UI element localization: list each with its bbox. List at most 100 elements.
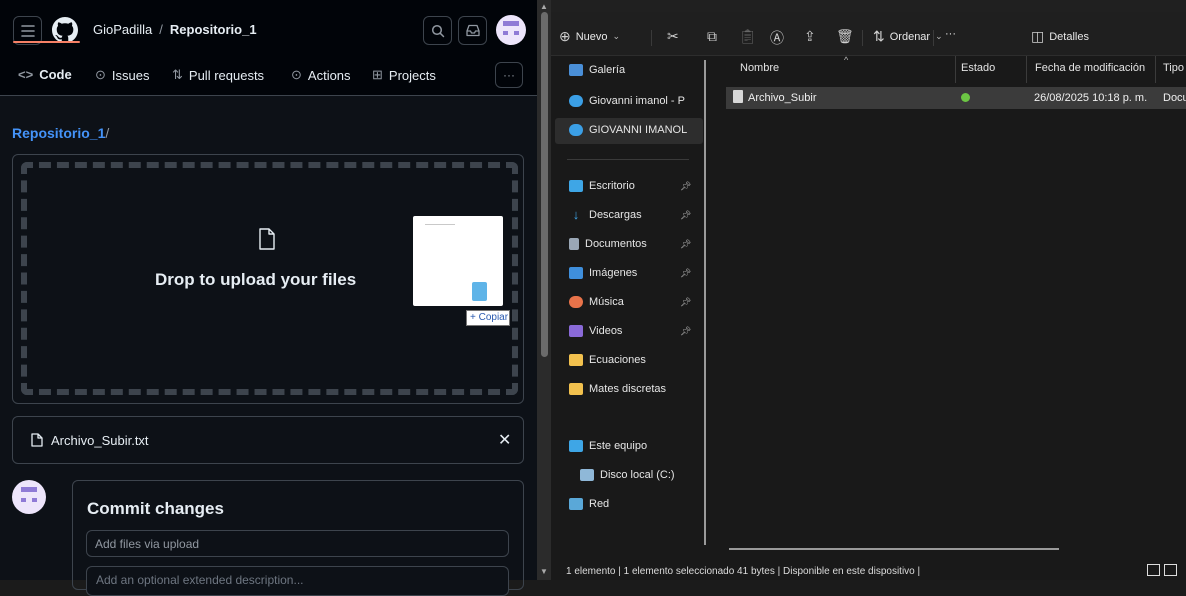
tab-pull-requests[interactable]: ⇅ Pull requests [172,67,264,83]
folder-icon [569,354,583,366]
nav-item-downloads[interactable]: ↓ Descargas 📌︎ [569,209,704,221]
plus-circle-icon: ⊕ [559,28,571,44]
more-tabs-button[interactable]: ··· [495,62,523,88]
tab-actions[interactable]: ⊙ Actions [291,67,351,83]
commit-title: Commit changes [87,499,224,518]
toolbar-divider [651,30,652,46]
column-header-name[interactable]: Nombre [740,62,779,74]
details-label: Detalles [1049,30,1089,43]
sort-arrows-icon: ⇅ [873,28,885,44]
tab-issues[interactable]: ⊙ Issues [95,67,149,83]
horizontal-scrollbar[interactable] [729,548,1059,550]
nav-item-desktop[interactable]: Escritorio 📌︎ [569,180,704,192]
nav-item-gallery[interactable]: Galería [569,64,704,76]
dropzone-text: Drop to upload your files [155,270,357,289]
pin-icon[interactable]: 📌︎ [680,210,691,221]
nav-item-pictures[interactable]: Imágenes 📌︎ [569,267,704,279]
new-button[interactable]: ⊕ Nuevo ⌄ [559,28,620,45]
repo-link[interactable]: Repositorio_1 [170,22,257,37]
tiles-view-icon[interactable] [1164,564,1177,576]
scrollbar-thumb[interactable] [541,12,548,357]
scroll-up-icon[interactable]: ▲ [540,2,548,11]
paste-icon: 📋︎ [739,28,757,44]
download-icon: ↓ [572,209,580,221]
tab-label: Actions [307,67,351,83]
onedrive-icon [569,124,583,136]
nav-item-videos[interactable]: Videos 📌︎ [569,325,704,337]
nav-item-this-pc[interactable]: ⌄ Este equipo [569,440,704,452]
tab-label: Code [39,67,72,82]
remove-file-icon[interactable]: ✕ [498,430,511,450]
column-divider[interactable] [955,56,956,83]
details-view-icon[interactable] [1147,564,1160,576]
cut-button[interactable]: ✂ [667,28,679,45]
issue-opened-icon: ⊙ [95,67,106,82]
kebab-horizontal-icon: ··· [503,68,515,82]
share-icon: ⇪ [804,28,816,44]
notepad-icon [472,282,487,301]
nav-item-ecuaciones[interactable]: Ecuaciones [569,354,704,366]
inbox-icon[interactable] [458,16,487,45]
avatar[interactable] [496,15,526,45]
search-icon[interactable] [423,16,452,45]
explorer-toolbar [551,12,1186,56]
column-header-type[interactable]: Tipo [1163,62,1184,74]
drag-preview-thumbnail [413,216,503,306]
copy-button[interactable]: ⧉ [707,28,717,45]
nav-item-onedrive-personal[interactable]: › Giovanni imanol - P [569,95,704,107]
nav-item-label: GIOVANNI IMANOL [589,124,688,136]
chevron-down-icon: ⌄ [935,31,943,41]
active-tab-indicator [13,41,80,43]
github-header [0,0,537,52]
nav-item-mates-discretas[interactable]: Mates discretas [569,383,704,395]
more-options-button[interactable]: ··· [945,28,956,40]
gallery-icon [569,64,583,76]
play-icon: ⊙ [291,67,302,82]
pin-icon[interactable]: 📌︎ [680,326,691,337]
tab-code[interactable]: <> Code [18,67,72,82]
tab-projects[interactable]: ⊞ Projects [372,67,436,83]
network-icon [569,498,583,510]
modified-date-cell: 26/08/2025 10:18 p. m. [1034,92,1148,104]
repo-path-link[interactable]: Repositorio_1 [12,125,105,141]
nav-item-music[interactable]: Música 📌︎ [569,296,704,308]
sync-available-icon [961,93,970,102]
commit-message-input[interactable] [86,530,509,557]
column-divider[interactable] [1026,56,1027,83]
nav-item-label: Galería [589,64,626,76]
pin-icon[interactable]: 📌︎ [680,268,691,279]
nav-item-label: Documentos [585,238,647,250]
pin-icon[interactable]: 📌︎ [680,181,691,192]
copy-tooltip: + Copiar [466,310,510,326]
commit-description-placeholder: Add an optional extended description... [96,573,304,587]
nav-item-label: Escritorio [589,180,635,192]
column-divider[interactable] [1155,56,1156,83]
scroll-down-icon[interactable]: ▼ [540,567,548,576]
nav-scrollbar[interactable] [704,60,706,545]
scissors-icon: ✂ [667,28,679,44]
nav-item-network[interactable]: › Red [569,498,704,510]
toolbar-divider [933,30,934,46]
details-pane-button[interactable]: ◫ Detalles [1031,28,1089,45]
github-logo-icon[interactable] [52,17,78,43]
sort-ascending-icon: ^ [844,55,849,65]
share-button[interactable]: ⇪ [804,28,816,45]
code-icon: <> [18,67,34,82]
delete-button[interactable]: 🗑︎ [836,28,854,45]
column-header-modified[interactable]: Fecha de modificación [1035,62,1145,74]
paste-button[interactable]: 📋︎ [739,28,757,45]
column-header-status[interactable]: Estado [961,62,995,74]
nav-item-onedrive-org[interactable]: › GIOVANNI IMANOL [569,124,704,136]
nav-item-label: Red [589,498,610,510]
trash-icon: 🗑︎ [836,28,854,44]
rename-button[interactable]: Ⓐ [770,28,784,48]
tab-label: Projects [388,67,436,83]
pin-icon[interactable]: 📌︎ [680,239,691,250]
owner-link[interactable]: GioPadilla [93,22,152,37]
music-icon [569,296,583,308]
videos-icon [569,325,583,337]
nav-item-label: Música [589,296,624,308]
nav-item-documents[interactable]: Documentos 📌︎ [569,238,704,250]
nav-item-local-disk[interactable]: › Disco local (C:) [580,469,715,481]
pin-icon[interactable]: 📌︎ [680,297,691,308]
